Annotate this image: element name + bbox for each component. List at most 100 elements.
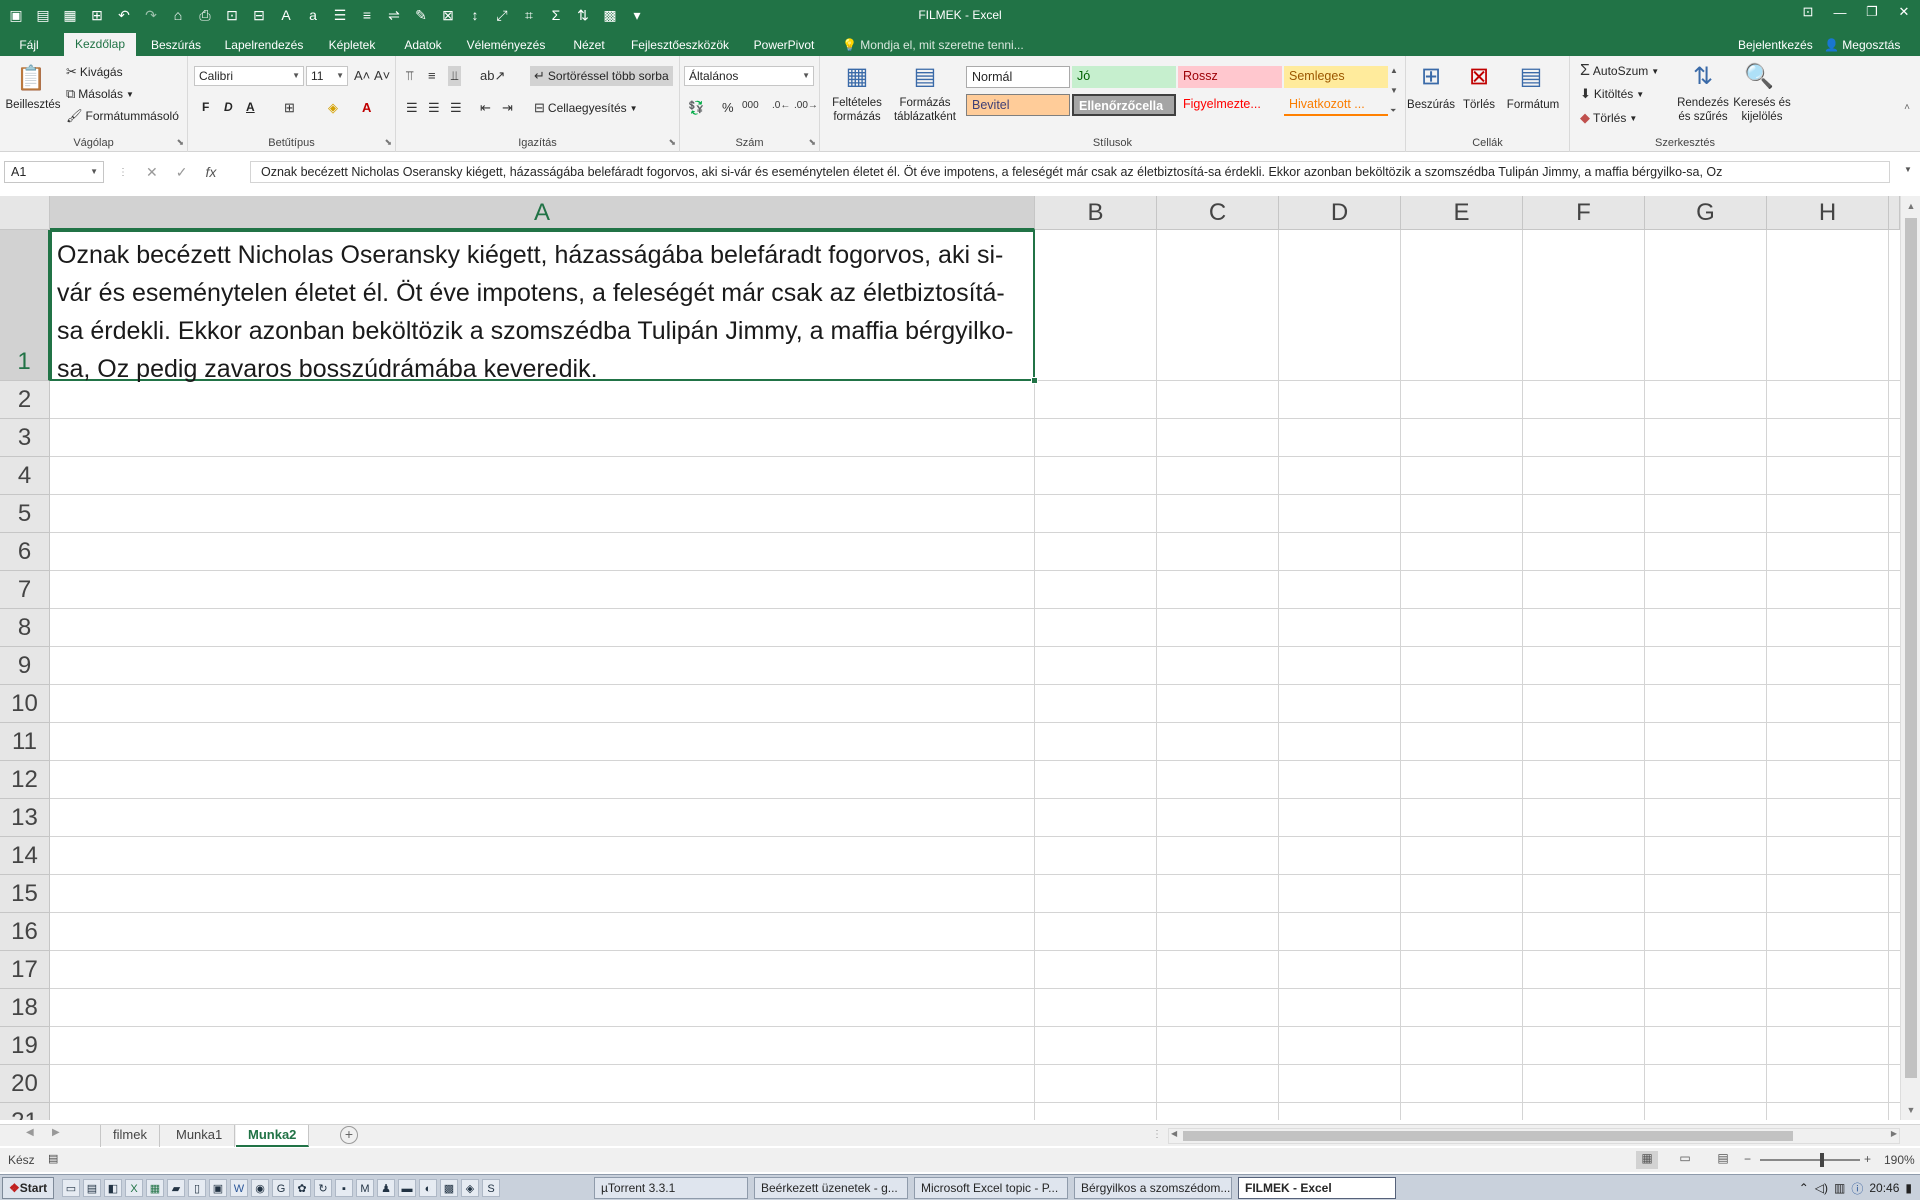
number-format-select[interactable]: Általános ▼ (684, 66, 814, 86)
accounting-format-button[interactable]: 💱 (688, 100, 704, 116)
column-header-f[interactable]: F (1523, 196, 1645, 230)
borders-button[interactable]: ⊞ (284, 100, 295, 116)
start-button[interactable]: ❖Start (2, 1177, 54, 1199)
clock[interactable]: 20:46 (1869, 1181, 1899, 1195)
style-check-cell[interactable]: Ellenőrzőcella (1072, 94, 1176, 116)
tab-data[interactable]: Adatok (398, 34, 448, 56)
user-icon[interactable]: ♟ (377, 1179, 395, 1197)
delete-cells-icon[interactable]: ⊠ (1462, 60, 1496, 92)
row-header-20[interactable]: 20 (0, 1065, 50, 1103)
row-header-3[interactable]: 3 (0, 419, 50, 457)
zoom-slider-knob[interactable] (1820, 1153, 1824, 1167)
format-cells-button[interactable]: Formátum (1502, 98, 1564, 112)
grow-font-button[interactable]: A˄ (354, 68, 370, 83)
media-icon[interactable]: ✿ (293, 1179, 311, 1197)
tab-view[interactable]: Nézet (564, 34, 614, 56)
font-color-button[interactable]: A (362, 100, 371, 115)
sum-icon[interactable]: Σ (544, 3, 568, 27)
next-sheet-icon[interactable]: ▶ (52, 1127, 60, 1138)
tab-file[interactable]: Fájl (10, 34, 48, 56)
redo-icon[interactable]: ↷ (139, 3, 163, 27)
video-icon[interactable]: ◈ (461, 1179, 479, 1197)
styles-more-icon[interactable]: ⏷ (1390, 106, 1396, 116)
fill-button[interactable]: ⬇ Kitöltés ▼ (1580, 86, 1644, 102)
row-header-15[interactable]: 15 (0, 875, 50, 913)
font-shrink-icon[interactable]: a (301, 3, 325, 27)
desktop-icon[interactable]: ▭ (62, 1179, 80, 1197)
find-select-button[interactable]: Keresés és kijelölés (1732, 96, 1792, 124)
format-cells-icon[interactable]: ▤ (1514, 60, 1548, 92)
column-header-partial[interactable] (1889, 196, 1900, 230)
clear-button[interactable]: ◆ Törlés ▼ (1580, 110, 1637, 126)
enter-icon[interactable]: ✓ (176, 164, 188, 181)
format-painter-button[interactable]: 🖌 Formátummásoló (66, 108, 179, 124)
insert-function-icon[interactable]: fx (205, 164, 216, 180)
align-top-button[interactable]: ⫪ (406, 68, 413, 84)
save-icon[interactable]: ▣ (4, 3, 28, 27)
tab-powerpivot[interactable]: PowerPivot (748, 34, 820, 56)
row-header-4[interactable]: 4 (0, 457, 50, 495)
firefox-icon[interactable]: ◐ (419, 1179, 437, 1197)
word-icon[interactable]: W (230, 1179, 248, 1197)
align-middle-button[interactable]: ≡ (428, 68, 436, 83)
align-left-button[interactable]: ☰ (406, 100, 418, 116)
sort-az-icon[interactable]: ⇅ (571, 3, 595, 27)
autosum-button[interactable]: Σ AutoSzum ▼ (1580, 62, 1659, 80)
print-icon[interactable]: ⎙ (193, 3, 217, 27)
save-as-icon[interactable]: ▤ (31, 3, 55, 27)
scroll-left-icon[interactable]: ◀ (1171, 1129, 1177, 1138)
worksheet-grid[interactable]: ABCDEFGH 1 2 3 4 5 6 7 8 9 10 11 12 13 14 15 16 17 18 19 20… (0, 196, 1920, 1120)
customize-icon[interactable]: ▾ (625, 3, 649, 27)
dialog-launcher-icon[interactable]: ⬊ (668, 137, 676, 148)
cancel-icon[interactable]: ✕ (146, 164, 158, 181)
share-button[interactable]: 👤 Megosztás (1824, 34, 1900, 56)
refresh-icon[interactable]: ↻ (314, 1179, 332, 1197)
page-layout-view-icon[interactable]: ▭ (1674, 1151, 1696, 1169)
undo-icon[interactable]: ↶ (112, 3, 136, 27)
expand-formula-icon[interactable]: ▼ (1904, 165, 1912, 174)
row-header-2[interactable]: 2 (0, 381, 50, 419)
info-icon[interactable]: ⓘ (1851, 1180, 1863, 1197)
style-bad[interactable]: Rossz (1178, 66, 1282, 88)
scroll-right-icon[interactable]: ▶ (1891, 1129, 1897, 1138)
horizontal-scrollbar[interactable]: ◀ ▶ (1168, 1128, 1900, 1144)
orientation-button[interactable]: ab↗ (480, 68, 505, 84)
font-grow-icon[interactable]: A (274, 3, 298, 27)
normal-view-icon[interactable]: ▦ (1636, 1151, 1658, 1169)
bold-button[interactable]: F (202, 100, 209, 114)
clear-icon[interactable]: ✎ (409, 3, 433, 27)
tab-home[interactable]: Kezdőlap (64, 33, 136, 56)
styles-scroll-up-icon[interactable]: ▲ (1390, 66, 1398, 75)
underline-button[interactable]: A (246, 100, 255, 114)
percent-button[interactable]: % (722, 100, 734, 115)
table2-icon[interactable]: ⊟ (247, 3, 271, 27)
style-good[interactable]: Jó (1072, 66, 1176, 88)
task-bergyilkos[interactable]: Bérgyilkos a szomszédom... (1074, 1177, 1232, 1199)
vertical-scrollbar[interactable]: ▲ ▼ (1900, 196, 1920, 1120)
shrink-font-button[interactable]: A˅ (374, 68, 390, 83)
row-header-10[interactable]: 10 (0, 685, 50, 723)
wrap-icon[interactable]: ⇌ (382, 3, 406, 27)
scroll-up-icon[interactable]: ▲ (1901, 196, 1920, 216)
delete-cells-button[interactable]: Törlés (1456, 98, 1502, 112)
scroll-down-icon[interactable]: ▼ (1901, 1100, 1920, 1120)
list-icon[interactable]: ☰ (328, 3, 352, 27)
skype-icon[interactable]: S (482, 1179, 500, 1197)
collapse-ribbon-icon[interactable]: ˄ (1904, 102, 1910, 113)
zoom-out-icon[interactable]: − (1744, 1152, 1751, 1166)
style-neutral[interactable]: Semleges (1284, 66, 1388, 88)
column-header-h[interactable]: H (1767, 196, 1889, 230)
row-header-14[interactable]: 14 (0, 837, 50, 875)
zoom-level[interactable]: 190% (1884, 1153, 1915, 1167)
increase-indent-button[interactable]: ⇥ (502, 100, 513, 116)
format-as-table-icon[interactable]: ▤ (908, 60, 942, 92)
sort-icon[interactable]: ↕ (463, 3, 487, 27)
style-input[interactable]: Bevitel (966, 94, 1070, 116)
row-header-5[interactable]: 5 (0, 495, 50, 533)
find-select-icon[interactable]: 🔍 (1742, 60, 1776, 92)
task-utorrent[interactable]: µTorrent 3.3.1 (594, 1177, 748, 1199)
sheet-tab-munka2[interactable]: Munka2 (236, 1125, 310, 1147)
row-header-11[interactable]: 11 (0, 723, 50, 761)
decrease-decimal-button[interactable]: .00→ (794, 100, 818, 111)
sheet-tab-filmek[interactable]: filmek (100, 1125, 160, 1147)
